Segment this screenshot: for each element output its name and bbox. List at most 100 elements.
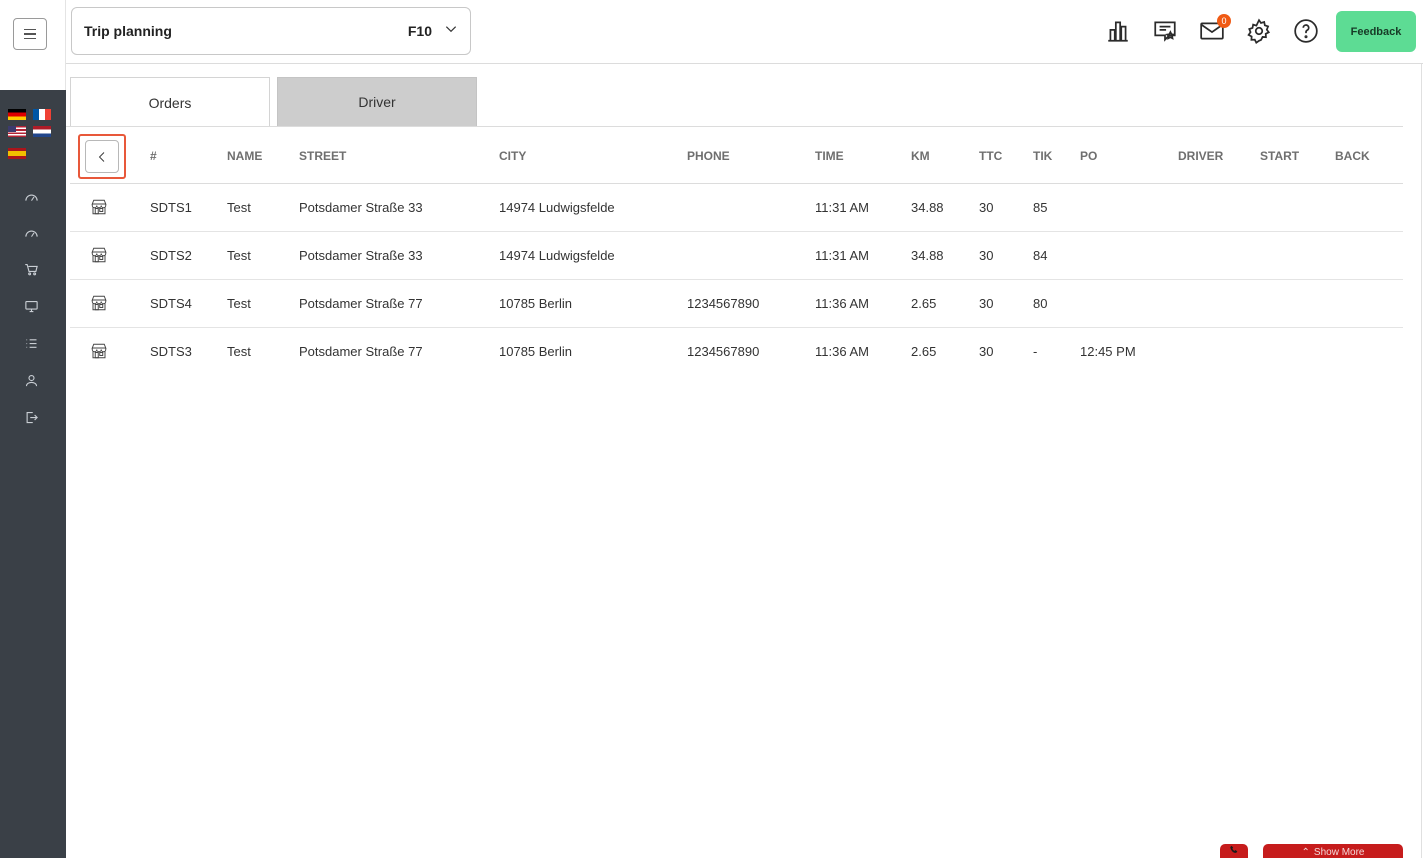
column-header-number: #: [150, 149, 157, 163]
cell-km: 34.88: [911, 200, 944, 215]
cell-phone: 1234567890: [687, 344, 760, 359]
cell-time: 11:36 AM: [815, 344, 869, 359]
statistics-button[interactable]: [1105, 18, 1131, 44]
cell-id: SDTS1: [150, 200, 192, 215]
cart-icon: [24, 263, 38, 275]
orders-table: # NAME STREET CITY PHONE TIME KM TTC TIK…: [70, 127, 1403, 376]
reviews-button[interactable]: [1152, 18, 1178, 44]
speedometer-icon: [24, 230, 38, 237]
sidebar-item-dashboard-2[interactable]: [18, 222, 44, 244]
hamburger-icon-line: [24, 37, 36, 40]
cell-id: SDTS4: [150, 296, 192, 311]
cell-city: 14974 Ludwigsfelde: [499, 200, 615, 215]
chevron-down-icon: [444, 22, 458, 41]
sidebar-item-display[interactable]: [18, 295, 44, 317]
cell-id: SDTS2: [150, 248, 192, 263]
store-icon[interactable]: [90, 198, 108, 216]
column-header-ttc: TTC: [979, 149, 1003, 163]
monitor-icon: [24, 300, 38, 312]
menu-box: [0, 0, 66, 90]
table-row[interactable]: SDTS2 Test Potsdamer Straße 33 14974 Lud…: [70, 232, 1403, 280]
chevron-up-icon: ⌃: [1301, 846, 1310, 858]
tab-orders[interactable]: Orders: [70, 77, 270, 127]
sidebar-item-list[interactable]: [18, 332, 44, 354]
cell-ttc: 30: [979, 344, 994, 359]
cell-ttc: 30: [979, 200, 994, 215]
cell-name: Test: [227, 248, 251, 263]
feedback-button[interactable]: Feedback: [1336, 11, 1416, 52]
chevron-left-icon: [98, 151, 105, 162]
cell-street: Potsdamer Straße 77: [299, 344, 423, 359]
call-button[interactable]: [1220, 844, 1248, 858]
hamburger-icon-line: [24, 28, 36, 31]
bar-chart-icon: [1108, 21, 1128, 42]
notification-badge: 0: [1217, 14, 1231, 28]
table-row[interactable]: SDTS3 Test Potsdamer Straße 77 10785 Ber…: [70, 328, 1403, 376]
phone-icon: [1230, 845, 1238, 853]
cell-tik: 80: [1033, 296, 1048, 311]
logout-icon: [26, 411, 38, 423]
help-icon: [1294, 19, 1318, 43]
column-header-time: TIME: [815, 149, 844, 163]
trip-title: Trip planning: [84, 23, 172, 39]
cell-name: Test: [227, 200, 251, 215]
help-button[interactable]: [1293, 18, 1319, 44]
list-icon: [26, 338, 36, 348]
cell-street: Potsdamer Straße 33: [299, 248, 423, 263]
column-header-tik: TIK: [1033, 149, 1053, 163]
store-icon[interactable]: [90, 342, 108, 360]
hamburger-menu-button[interactable]: [13, 18, 47, 50]
trip-selector-dropdown[interactable]: Trip planning F10: [71, 7, 471, 55]
show-more-button[interactable]: ⌃ Show More: [1263, 844, 1403, 858]
cell-tik: 85: [1033, 200, 1048, 215]
cell-city: 14974 Ludwigsfelde: [499, 248, 615, 263]
column-header-driver: DRIVER: [1178, 149, 1224, 163]
column-header-km: KM: [911, 149, 930, 163]
table-row[interactable]: SDTS1 Test Potsdamer Straße 33 14974 Lud…: [70, 184, 1403, 232]
tab-driver[interactable]: Driver: [277, 77, 477, 127]
flag-spanish-icon[interactable]: [8, 148, 26, 159]
column-header-back: BACK: [1335, 149, 1370, 163]
table-row[interactable]: SDTS4 Test Potsdamer Straße 77 10785 Ber…: [70, 280, 1403, 328]
column-header-start: START: [1260, 149, 1300, 163]
flag-dutch-icon[interactable]: [33, 126, 51, 137]
messages-button[interactable]: 0: [1199, 14, 1231, 44]
cell-time: 11:31 AM: [815, 200, 869, 215]
table-header: # NAME STREET CITY PHONE TIME KM TTC TIK…: [70, 127, 1403, 184]
flag-french-icon[interactable]: [33, 109, 51, 120]
sidebar: [0, 0, 66, 858]
trip-code: F10: [407, 23, 432, 39]
store-icon[interactable]: [90, 294, 108, 312]
cell-name: Test: [227, 296, 251, 311]
sidebar-item-orders[interactable]: [18, 258, 44, 280]
store-icon[interactable]: [90, 246, 108, 264]
settings-button[interactable]: [1246, 18, 1272, 44]
cell-time: 11:31 AM: [815, 248, 869, 263]
speedometer-icon: [24, 194, 38, 201]
sidebar-item-logout[interactable]: [18, 406, 44, 428]
column-header-street: STREET: [299, 149, 347, 163]
cell-city: 10785 Berlin: [499, 344, 572, 359]
sidebar-item-dashboard[interactable]: [18, 186, 44, 208]
cell-km: 2.65: [911, 296, 937, 311]
hamburger-icon-line: [24, 33, 36, 35]
column-header-po: PO: [1080, 149, 1098, 163]
back-button[interactable]: [85, 140, 119, 173]
cell-name: Test: [227, 344, 251, 359]
top-header: Trip planning F10 0 Feedback: [66, 0, 1423, 64]
cell-phone: 1234567890: [687, 296, 760, 311]
cell-ttc: 30: [979, 296, 994, 311]
cell-km: 34.88: [911, 248, 944, 263]
show-more-label: Show More: [1313, 846, 1365, 858]
cell-time: 11:36 AM: [815, 296, 869, 311]
cell-po: 12:45 PM: [1080, 344, 1136, 359]
flag-english-icon[interactable]: [8, 126, 26, 137]
gear-icon: [1247, 18, 1271, 44]
page-edge-divider: [1421, 64, 1422, 858]
column-header-city: CITY: [499, 149, 527, 163]
cell-street: Potsdamer Straße 77: [299, 296, 423, 311]
sidebar-item-user[interactable]: [18, 369, 44, 391]
cell-street: Potsdamer Straße 33: [299, 200, 423, 215]
flag-german-icon[interactable]: [8, 109, 26, 120]
user-icon: [25, 374, 37, 386]
